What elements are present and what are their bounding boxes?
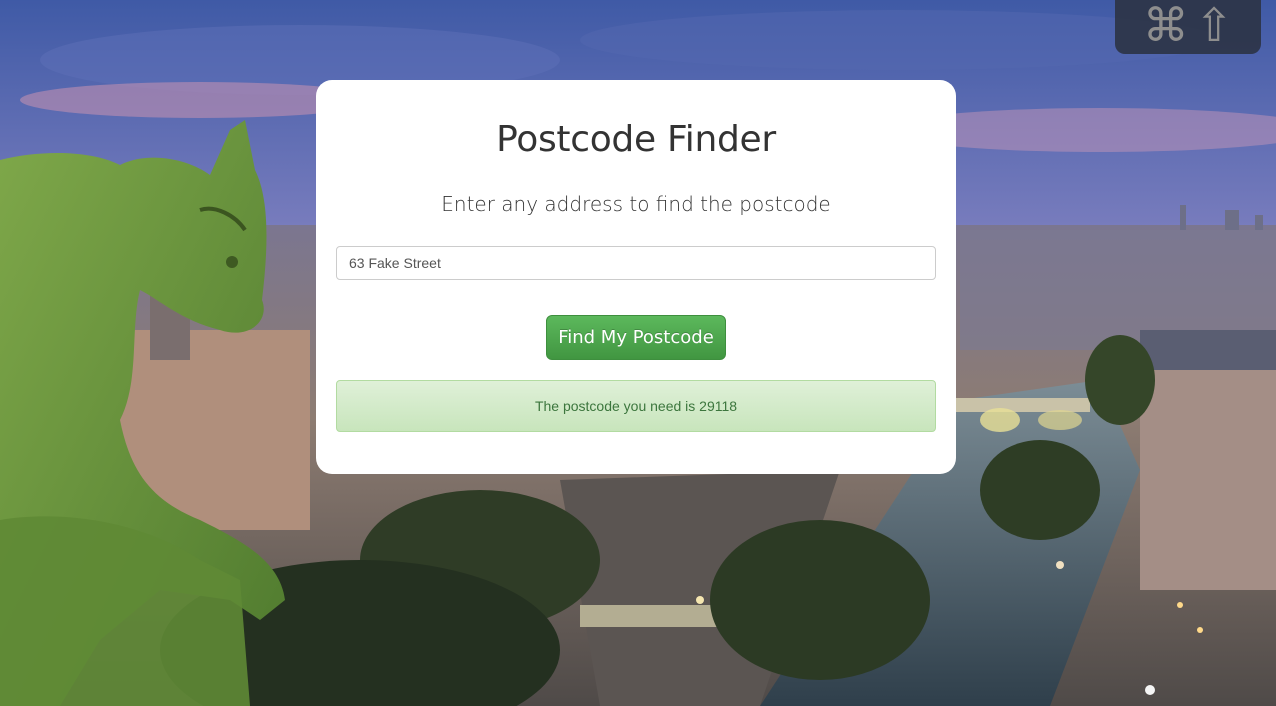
- command-key-icon: ⌘: [1142, 0, 1189, 52]
- page-subtitle: Enter any address to find the postcode: [441, 192, 831, 216]
- button-row: Find My Postcode: [336, 315, 936, 360]
- address-input[interactable]: [336, 246, 936, 280]
- find-postcode-button[interactable]: Find My Postcode: [546, 315, 726, 360]
- postcode-finder-card: Postcode Finder Enter any address to fin…: [316, 80, 956, 474]
- hotkey-overlay: ⌘ ⇧: [1115, 0, 1261, 54]
- postcode-result-alert: The postcode you need is 29118: [336, 380, 936, 432]
- page-title: Postcode Finder: [496, 119, 776, 160]
- shift-key-icon: ⇧: [1194, 0, 1234, 52]
